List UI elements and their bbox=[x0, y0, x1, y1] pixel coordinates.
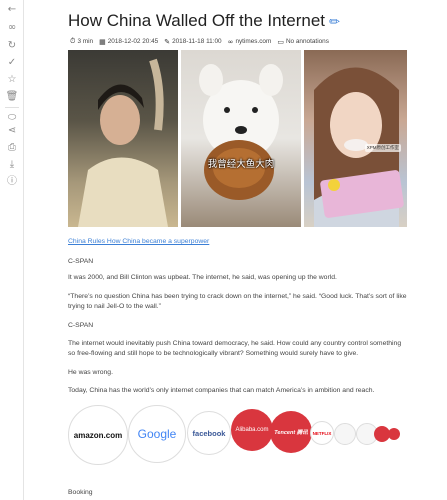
published-date: ✎ 2018-11-18 11:00 bbox=[164, 38, 221, 46]
tag-icon[interactable]: ⬭ bbox=[4, 111, 20, 125]
sidebar: ← ∞ ↻ ✓ ☆ 🗑 ⬭ ⋖ ⎙ ⤓ ⓘ bbox=[0, 0, 24, 500]
image-panel-man bbox=[68, 50, 178, 227]
paragraph: C-SPAN bbox=[68, 322, 94, 329]
image-panel-woman: XPM原创工作室 bbox=[304, 50, 407, 227]
man-illustration bbox=[78, 58, 168, 227]
netflix-logo-text: NETFLIX bbox=[312, 430, 332, 436]
star-icon[interactable]: ☆ bbox=[4, 73, 20, 87]
article-hero-image: 我曾经大鱼大肉 XPM原创工作室 bbox=[68, 50, 407, 227]
google-logo-text: Google bbox=[137, 427, 177, 441]
info-icon[interactable]: ⓘ bbox=[4, 175, 20, 189]
edit-pencil-icon[interactable]: ✏ bbox=[329, 15, 340, 30]
read-time: ⏱ 3 min bbox=[70, 37, 93, 46]
image-caption: 我曾经大鱼大肉 bbox=[207, 159, 275, 170]
amazon-logo: amazon.com bbox=[68, 405, 128, 465]
pen-icon: ✎ bbox=[164, 37, 171, 46]
amazon-logo-text: amazon.com bbox=[73, 430, 123, 440]
woman-illustration bbox=[314, 67, 404, 227]
saved-date-text: 2018-12-02 20:45 bbox=[107, 38, 159, 45]
comment-icon: ▭ bbox=[277, 37, 284, 46]
article-title-text: How China Walled Off the Internet bbox=[68, 11, 326, 30]
share-icon[interactable]: ⋖ bbox=[4, 124, 20, 138]
paragraph: “There’s no question China has been tryi… bbox=[68, 293, 407, 311]
tencent-logo-text: Tencent 腾讯 bbox=[274, 430, 308, 436]
empty-circle bbox=[334, 423, 356, 445]
netflix-logo: NETFLIX bbox=[310, 421, 334, 445]
download-icon[interactable]: ⤓ bbox=[4, 158, 20, 172]
dog-illustration bbox=[199, 64, 283, 200]
sidebar-divider bbox=[5, 107, 19, 108]
clock-icon: ⏱ bbox=[70, 37, 76, 45]
print-icon[interactable]: ⎙ bbox=[4, 141, 20, 155]
article-title: How China Walled Off the Internet ✏ bbox=[68, 11, 340, 31]
paragraph: It was 2000, and Bill Clinton was upbeat… bbox=[68, 274, 337, 281]
paragraph: Booking bbox=[68, 489, 93, 496]
alibaba-logo: Alibaba.com bbox=[231, 409, 273, 451]
refresh-icon[interactable]: ↻ bbox=[4, 39, 20, 53]
source-text[interactable]: nytimes.com bbox=[235, 38, 271, 45]
trash-icon[interactable]: 🗑 bbox=[4, 90, 20, 104]
red-circle bbox=[388, 428, 400, 440]
paragraph: Today, China has the world’s only intern… bbox=[68, 387, 375, 394]
google-logo: Google bbox=[128, 405, 186, 463]
image-watermark: XPM原创工作室 bbox=[364, 144, 401, 152]
image-panel-dog: 我曾经大鱼大肉 bbox=[181, 50, 301, 227]
article-meta: ⏱ 3 min ▦ 2018-12-02 20:45 ✎ 2018-11-18 11:… bbox=[70, 37, 329, 46]
tencent-logo: Tencent 腾讯 bbox=[270, 411, 312, 453]
annotations-count: ▭ No annotations bbox=[277, 38, 329, 46]
paragraph: He was wrong. bbox=[68, 369, 113, 376]
link-icon[interactable]: ∞ bbox=[4, 21, 20, 35]
published-date-text: 2018-11-18 11:00 bbox=[172, 38, 222, 45]
paragraph: C-SPAN bbox=[68, 258, 94, 265]
article-view: How China Walled Off the Internet ✏ ⏱ 3 mi… bbox=[24, 0, 447, 500]
alibaba-logo-text: Alibaba.com bbox=[235, 427, 269, 433]
china-rules-link[interactable]: China Rules How China became a superpowe… bbox=[68, 238, 209, 245]
source-link[interactable]: ∞ nytimes.com bbox=[228, 38, 272, 46]
paragraph: The internet would inevitably push China… bbox=[68, 340, 402, 358]
saved-date: ▦ 2018-12-02 20:45 bbox=[99, 38, 158, 46]
calendar-icon: ▦ bbox=[99, 37, 106, 46]
read-time-text: 3 min bbox=[77, 38, 94, 45]
check-icon[interactable]: ✓ bbox=[4, 56, 20, 70]
annotations-text: No annotations bbox=[285, 38, 329, 45]
link-icon: ∞ bbox=[227, 37, 234, 46]
back-arrow-icon[interactable]: ← bbox=[4, 3, 20, 17]
facebook-logo: facebook bbox=[187, 411, 231, 455]
facebook-logo-text: facebook bbox=[192, 428, 226, 438]
company-logos-image: amazon.com Google facebook Alibaba.com T… bbox=[68, 403, 408, 478]
article-link-line: China Rules How China became a superpowe… bbox=[68, 237, 408, 247]
